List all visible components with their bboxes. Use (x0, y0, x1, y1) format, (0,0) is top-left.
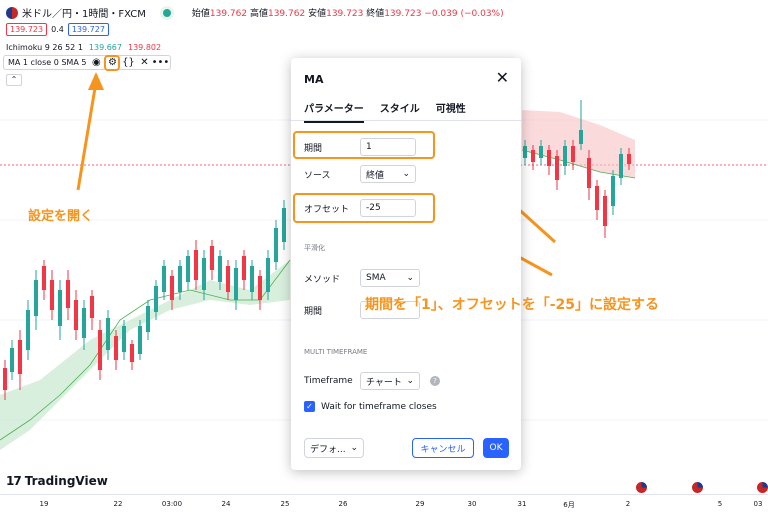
multi-timeframe-section-title: MULTI TIMEFRAME (304, 348, 368, 356)
period-input[interactable]: 1 (360, 138, 416, 156)
source-row: ソース 終値 ⌄ (304, 165, 416, 183)
time-tick: 03 (753, 500, 763, 508)
ok-button[interactable]: OK (483, 438, 509, 458)
cancel-button[interactable]: キャンセル (412, 438, 474, 458)
time-tick: 5 (717, 500, 723, 508)
chevron-down-icon: ⌄ (406, 376, 414, 386)
annotation-open-settings: 設定を開く (28, 209, 94, 224)
usdjpy-flag-icon (6, 6, 18, 19)
source-code-icon[interactable]: {} (122, 57, 135, 69)
time-tick: 03:00 (161, 500, 183, 508)
symbol-row: 米ドル／円・1時間・FXCM 始値139.762 高値139.762 安値139… (6, 5, 504, 20)
timeframe-row: Timeframe チャート ⌄ ? (304, 372, 440, 390)
annotation-instruction: 期間を「1」、オフセットを「-25」に設定する (365, 297, 660, 313)
tradingview-logo-text: TradingView (24, 474, 108, 488)
chart-legend: 米ドル／円・1時間・FXCM 始値139.762 高値139.762 安値139… (0, 0, 768, 86)
timeframe-select[interactable]: チャート ⌄ (360, 372, 420, 390)
chevron-up-icon: ⌃ (10, 75, 18, 84)
ma-indicator-legend[interactable]: MA 1 close 0 SMA 5 ◉ ⚙ {} ✕ ••• (3, 54, 172, 71)
chevron-down-icon: ⌄ (406, 273, 414, 283)
economic-event-icon[interactable] (635, 481, 648, 494)
time-axis[interactable]: 19 22 03:00 24 25 26 29 30 31 6月 2 5 03 (0, 494, 768, 513)
trade-price-row: 139.723 0.4 139.727 (6, 23, 109, 36)
wait-checkbox-label: Wait for timeframe closes (321, 401, 437, 412)
period-label: 期間 (304, 143, 323, 154)
wait-checkbox-row[interactable]: ✓ Wait for timeframe closes (304, 401, 437, 412)
source-select[interactable]: 終値 ⌄ (360, 165, 416, 183)
time-tick: 26 (338, 500, 348, 508)
collapse-legend-button[interactable]: ⌃ (6, 74, 22, 86)
method-row: メソッド SMA ⌄ (304, 269, 420, 287)
market-status-icon[interactable] (159, 5, 174, 20)
time-tick: 24 (221, 500, 231, 508)
ichimoku-legend[interactable]: Ichimoku 9 26 52 1 139.667 139.802 (6, 43, 161, 52)
remove-icon[interactable]: ✕ (138, 57, 150, 69)
settings-icon[interactable]: ⚙ (104, 54, 121, 71)
economic-event-icon[interactable] (691, 481, 704, 494)
smoothing-section-title: 平滑化 (304, 244, 325, 252)
ma-settings-dialog: MA ✕ パラメーター スタイル 可視性 期間 1 ソース 終値 ⌄ オフセット … (291, 58, 521, 470)
method-select[interactable]: SMA ⌄ (360, 269, 420, 287)
time-tick: 25 (280, 500, 290, 508)
time-tick: 30 (467, 500, 477, 508)
offset-input[interactable]: -25 (360, 199, 416, 217)
tradingview-logo-icon: 17 (6, 474, 22, 488)
timeframe-label: Timeframe (304, 376, 353, 386)
ma-label: MA 1 close 0 SMA 5 (8, 58, 87, 67)
sell-button[interactable]: 139.723 (6, 23, 48, 36)
offset-label: オフセット (304, 204, 350, 215)
ichimoku-label: Ichimoku 9 26 52 1 (6, 43, 83, 52)
offset-row: オフセット -25 (304, 199, 416, 217)
ohlc-values: 始値139.762 高値139.762 安値139.723 終値139.723 … (191, 9, 504, 19)
time-tick: 29 (415, 500, 425, 508)
dialog-title: MA (304, 73, 324, 86)
chevron-down-icon: ⌄ (402, 169, 410, 179)
time-tick: 2 (625, 500, 631, 508)
spread-value: 0.4 (51, 25, 64, 34)
economic-event-icon[interactable] (756, 481, 768, 494)
ichimoku-value-1: 139.667 (88, 43, 122, 52)
period-row: 期間 1 (304, 138, 416, 156)
tradingview-logo[interactable]: 17 TradingView (6, 474, 108, 488)
time-tick: 22 (113, 500, 123, 508)
ichimoku-value-2: 139.802 (128, 43, 162, 52)
checkbox-checked-icon[interactable]: ✓ (304, 401, 315, 412)
method-label: メソッド (304, 274, 341, 285)
time-tick: 31 (517, 500, 527, 508)
time-tick: 6月 (563, 501, 575, 509)
smoothing-period-label: 期間 (304, 306, 323, 317)
time-tick: 19 (39, 500, 49, 508)
eye-icon[interactable]: ◉ (90, 57, 102, 69)
help-icon[interactable]: ? (430, 376, 440, 386)
symbol-title[interactable]: 米ドル／円・1時間・FXCM (22, 5, 146, 20)
tabs-divider (291, 120, 521, 121)
defaults-dropdown[interactable]: デフォ... ⌄ (304, 438, 364, 458)
close-icon[interactable]: ✕ (496, 68, 509, 87)
chevron-down-icon: ⌄ (350, 443, 358, 453)
buy-button[interactable]: 139.727 (67, 23, 109, 36)
more-icon[interactable]: ••• (152, 57, 170, 69)
source-label: ソース (304, 170, 331, 181)
